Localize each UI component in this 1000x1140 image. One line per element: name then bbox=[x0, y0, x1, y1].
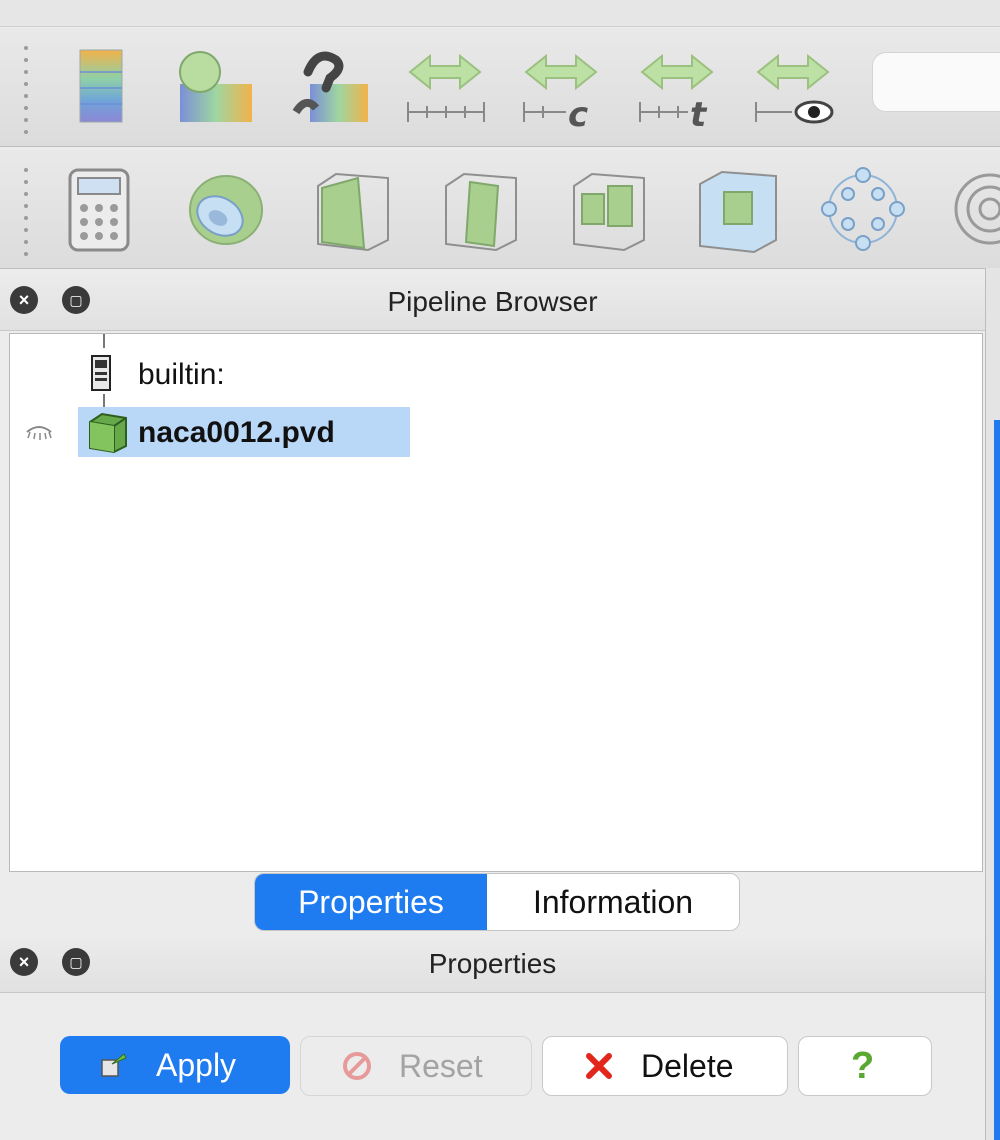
rescale-custom-range-icon[interactable]: c bbox=[516, 42, 606, 132]
tab-information[interactable]: Information bbox=[487, 874, 739, 930]
delete-label: Delete bbox=[641, 1048, 734, 1084]
delete-button[interactable]: Delete bbox=[542, 1036, 788, 1096]
no-entry-icon bbox=[343, 1052, 371, 1080]
calculator-icon[interactable] bbox=[56, 164, 146, 254]
svg-text:t: t bbox=[690, 95, 708, 132]
apply-label: Apply bbox=[156, 1047, 237, 1083]
color-toolbar: c t bbox=[0, 28, 1000, 147]
properties-header: × ▢ Properties bbox=[0, 932, 985, 993]
rescale-data-range-icon[interactable] bbox=[400, 42, 490, 132]
eye-closed-icon[interactable] bbox=[24, 420, 54, 444]
server-icon bbox=[91, 355, 111, 391]
tree-item-builtin[interactable]: builtin: bbox=[10, 350, 982, 398]
apply-icon bbox=[101, 1053, 127, 1077]
stream-tracer-icon[interactable] bbox=[944, 164, 1000, 254]
tree-item-label: naca0012.pvd bbox=[138, 416, 335, 449]
tree-item-naca0012[interactable]: naca0012.pvd bbox=[10, 408, 982, 456]
rescale-visible-range-icon[interactable] bbox=[748, 42, 838, 132]
slice-icon[interactable] bbox=[436, 164, 526, 254]
extract-subset-icon[interactable] bbox=[692, 164, 782, 254]
panel-tabs: Properties Information bbox=[254, 873, 740, 931]
toolbar-search-field[interactable] bbox=[872, 52, 1000, 112]
glyph-icon[interactable] bbox=[818, 164, 908, 254]
contour-icon[interactable] bbox=[180, 164, 270, 254]
active-view-border bbox=[994, 420, 1000, 1140]
edit-colormap-icon[interactable] bbox=[170, 42, 260, 132]
reset-label: Reset bbox=[399, 1048, 483, 1084]
help-button[interactable]: ? bbox=[798, 1036, 932, 1096]
pipeline-browser-header: × ▢ Pipeline Browser bbox=[0, 270, 985, 331]
reset-range-icon[interactable] bbox=[286, 42, 376, 132]
toolbar-grip[interactable] bbox=[24, 168, 30, 264]
toolbar-grip[interactable] bbox=[24, 46, 30, 142]
tree-item-label: builtin: bbox=[138, 358, 225, 391]
pipeline-tree[interactable]: builtin: naca0012.pvd bbox=[9, 333, 983, 872]
threshold-icon[interactable] bbox=[564, 164, 654, 254]
reset-button[interactable]: Reset bbox=[300, 1036, 532, 1096]
help-question-icon: ? bbox=[851, 1045, 875, 1087]
tab-properties[interactable]: Properties bbox=[255, 874, 487, 930]
color-legend-icon[interactable] bbox=[58, 42, 148, 132]
window-top-strip bbox=[0, 0, 1000, 27]
rescale-temporal-range-icon[interactable]: t bbox=[632, 42, 722, 132]
dataset-cube-icon bbox=[89, 412, 127, 454]
pipeline-browser-title: Pipeline Browser bbox=[387, 286, 598, 317]
properties-title: Properties bbox=[428, 948, 557, 979]
apply-button[interactable]: Apply bbox=[60, 1036, 290, 1094]
delete-x-icon bbox=[586, 1053, 612, 1079]
clip-icon[interactable] bbox=[308, 164, 398, 254]
filters-toolbar bbox=[0, 150, 1000, 269]
svg-text:c: c bbox=[568, 95, 588, 132]
